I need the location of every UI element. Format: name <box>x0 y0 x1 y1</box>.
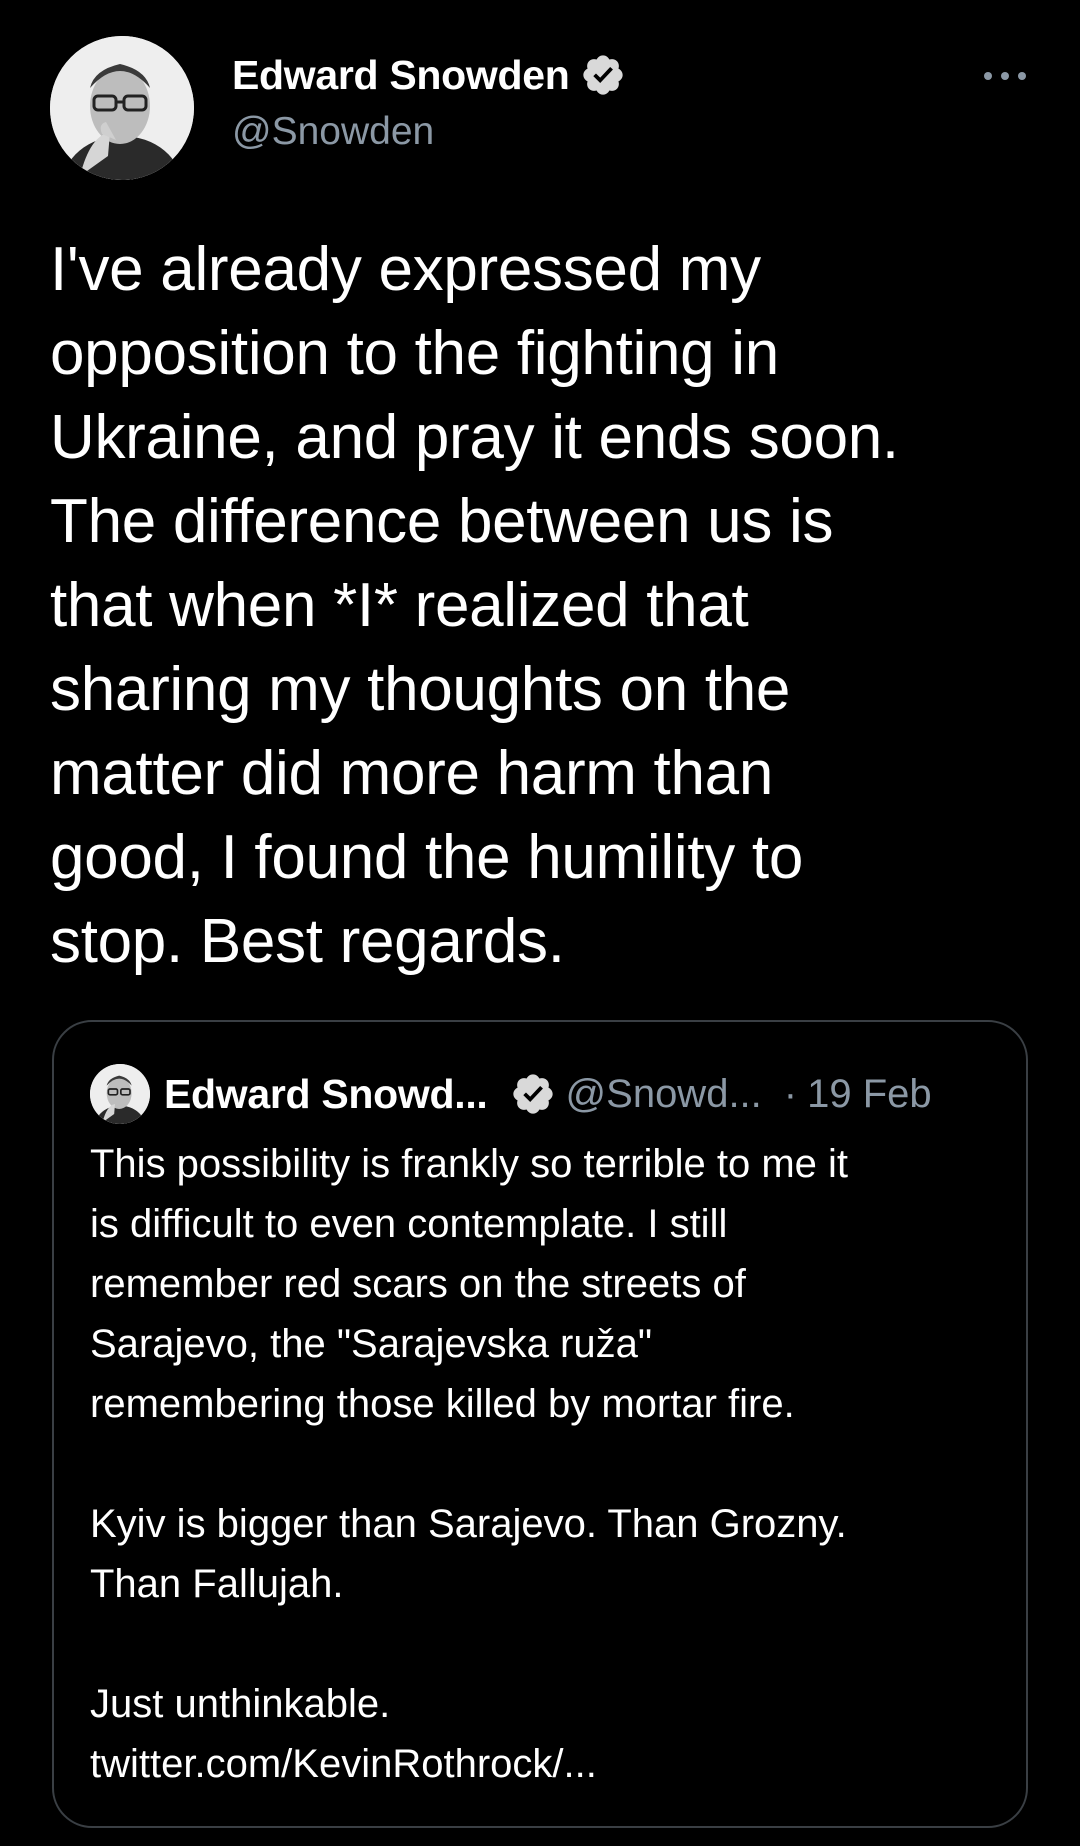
separator-dot: · <box>783 1071 798 1116</box>
tweet-body-text: I've already expressed my opposition to … <box>50 235 899 976</box>
quoted-author-handle: @Snowd... <box>565 1071 762 1116</box>
profile-photo-icon <box>90 1064 150 1124</box>
quoted-author-display-name: Edward Snowd... <box>164 1070 488 1117</box>
tweet-header: Edward Snowden @Snowden <box>50 36 1030 181</box>
author-info: Edward Snowden @Snowden <box>232 50 626 154</box>
quoted-tweet-text: This possibility is frankly so terrible … <box>90 1142 849 1786</box>
quoted-tweet-date: 19 Feb <box>807 1071 932 1116</box>
author-avatar[interactable] <box>50 36 194 180</box>
more-options-icon[interactable] <box>980 66 1030 86</box>
profile-photo-icon <box>50 36 194 180</box>
verified-badge-icon <box>510 1071 556 1117</box>
verified-badge-icon <box>580 52 626 98</box>
quoted-tweet-header: Edward Snowd... @Snowd... · 19 Feb <box>90 1064 1010 1124</box>
author-handle[interactable]: @Snowden <box>232 110 626 154</box>
author-name-row: Edward Snowden <box>232 50 626 100</box>
author-display-name[interactable]: Edward Snowden <box>232 52 570 99</box>
quoted-tweet-card[interactable]: Edward Snowd... @Snowd... · 19 Feb This … <box>52 1020 1028 1828</box>
quoted-author-avatar <box>90 1064 150 1124</box>
